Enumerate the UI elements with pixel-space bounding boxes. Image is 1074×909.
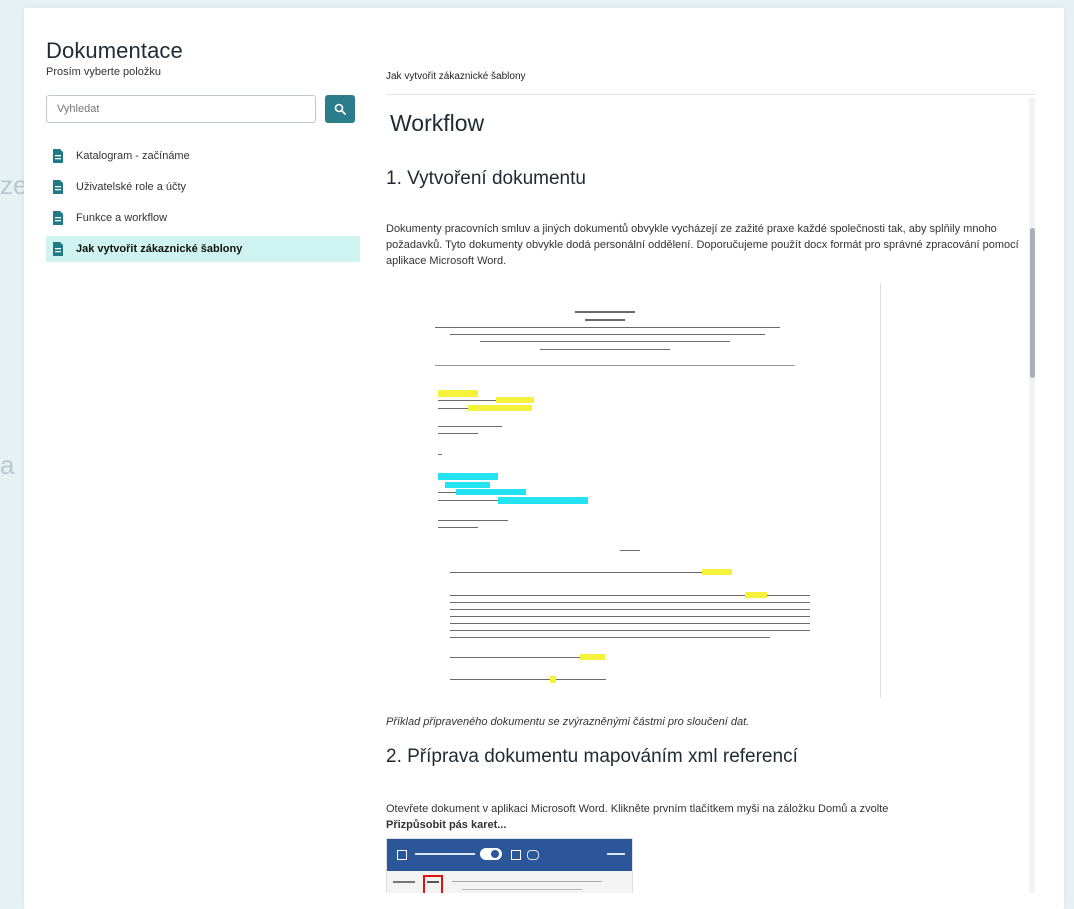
documentation-card: Dokumentace Prosím vyberte položku Katal…: [24, 8, 1064, 909]
scrollbar-thumb[interactable]: [1030, 228, 1035, 378]
sidebar-item-katalogram[interactable]: Katalogram - začínáme: [46, 143, 360, 169]
sidebar-item-label: Uživatelské role a účty: [76, 181, 187, 193]
ribbon-screenshot-image: [386, 838, 633, 893]
sidebar-item-label: Funkce a workflow: [76, 212, 168, 224]
section-paragraph: Dokumenty pracovních smluv a jiných doku…: [386, 223, 1019, 267]
scrollbar-track[interactable]: [1029, 98, 1035, 893]
search-icon: [334, 103, 346, 115]
sidebar-nav: Katalogram - začínáme Uživatelské role a…: [46, 143, 360, 267]
paragraph-text: Otevřete dokument v aplikaci Microsoft W…: [386, 803, 889, 815]
sidebar-subtitle: Prosím vyberte položku: [46, 66, 161, 78]
sidebar-item-label: Katalogram - začínáme: [76, 150, 190, 162]
document-icon: [53, 180, 63, 194]
paragraph-bold-text: Přizpůsobit pás karet...: [386, 819, 507, 831]
background-text-fragment: a: [0, 450, 15, 480]
section-title: 2. Příprava dokumentu mapováním xml refe…: [386, 746, 798, 767]
breadcrumb: Jak vytvořit zákaznické šablony: [386, 71, 526, 82]
sidebar-item-label: Jak vytvořit zákaznické šablony: [76, 243, 243, 255]
sidebar-item-templates[interactable]: Jak vytvořit zákaznické šablony: [46, 236, 360, 262]
search-input[interactable]: [46, 95, 316, 123]
document-icon: [53, 149, 63, 163]
image-caption: Příklad připraveného dokumentu se zvýraz…: [386, 716, 750, 728]
page-title: Workflow: [390, 110, 485, 136]
article-content[interactable]: Workflow 1. Vytvoření dokumentu Dokument…: [386, 98, 1036, 893]
document-icon: [53, 211, 63, 225]
sidebar-item-roles[interactable]: Uživatelské role a účty: [46, 174, 360, 200]
section-paragraph: Otevřete dokument v aplikaci Microsoft W…: [386, 801, 1026, 833]
section-title: 1. Vytvoření dokumentu: [386, 168, 586, 189]
sidebar-title: Dokumentace: [46, 38, 183, 63]
divider: [386, 94, 1036, 95]
sidebar-item-workflow[interactable]: Funkce a workflow: [46, 205, 360, 231]
document-example-image: [390, 283, 881, 698]
document-icon: [53, 242, 63, 256]
search-button[interactable]: [325, 95, 355, 123]
